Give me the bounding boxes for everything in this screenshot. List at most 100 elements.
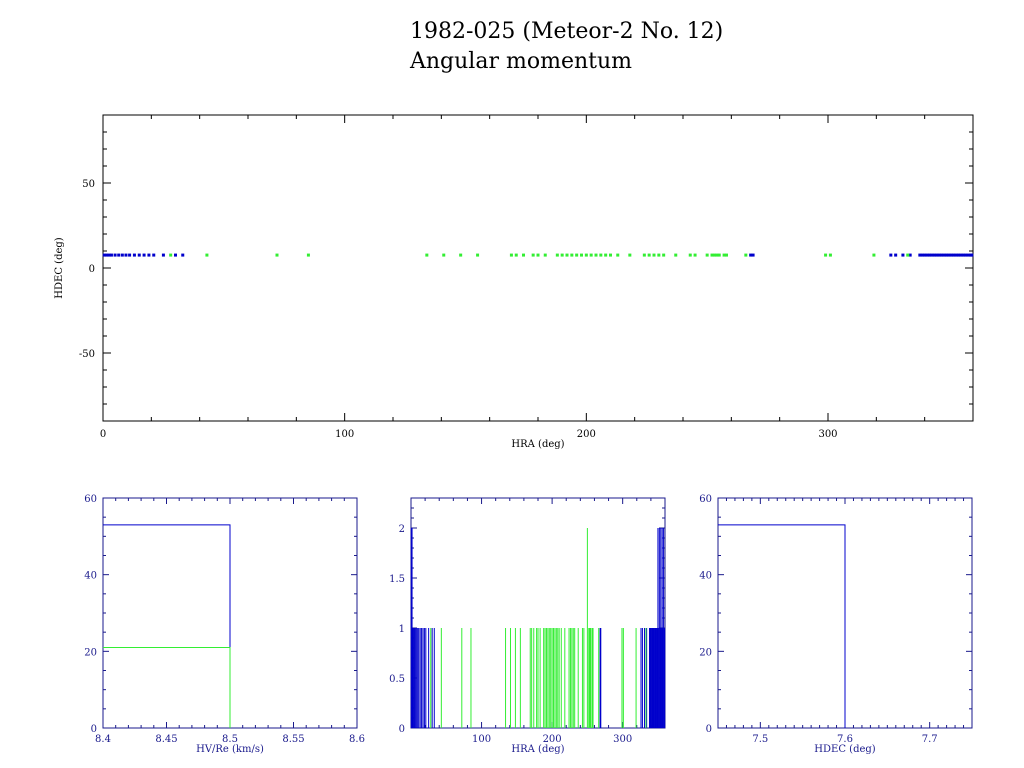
data-point [555,253,559,257]
data-point [647,253,651,257]
histogram-bar [718,524,846,728]
x-tick-label: 8.45 [155,734,177,745]
hv-histogram: 8.4 8.45 8.5 8.55 8.60204060HV/Re (km/s) [84,494,365,755]
data-point [442,253,446,257]
y-tick-label: 60 [699,494,712,505]
data-point [124,253,128,257]
data-point [604,253,608,257]
y-axis-label: HDEC (deg) [54,237,65,298]
data-point [169,253,173,257]
x-tick-label: 100 [472,734,491,745]
data-point [657,253,661,257]
hdec-histogram: 7.5 7.6 7.70204060HDEC (deg) [699,494,973,755]
chart-canvas: 1982-025 (Meteor-2 No. 12) Angular momen… [54,19,974,755]
data-point [113,253,117,257]
data-point [531,253,535,257]
data-point [560,253,564,257]
y-tick-label: 40 [84,571,97,582]
scatter-frame [102,114,974,422]
data-point [117,253,121,257]
histogram-bar [103,647,231,728]
y-tick-label: -50 [79,349,95,360]
data-point [824,253,828,257]
y-tick-label: 60 [84,494,97,505]
y-tick-label: 40 [699,571,712,582]
data-point [662,253,666,257]
data-point [109,253,113,257]
x-tick-label: 200 [577,429,596,440]
data-point [459,253,463,257]
data-point [609,253,612,257]
data-point [205,253,209,257]
data-point [132,253,136,257]
data-point [514,253,518,257]
data-point [570,253,574,257]
x-tick-label: 100 [335,429,354,440]
data-point [589,253,593,257]
data-point [152,253,156,257]
data-point [128,253,132,257]
x-axis-label: HV/Re (km/s) [196,744,264,755]
data-point [137,253,141,257]
y-tick-label: 1.5 [389,574,405,585]
data-point [828,253,832,257]
x-axis-label: HRA (deg) [511,744,564,755]
chart-title: 1982-025 (Meteor-2 No. 12) [410,19,723,44]
x-tick-label: 300 [613,734,632,745]
data-point [306,253,310,257]
data-point [161,253,165,257]
data-point [744,253,748,257]
data-point [688,253,692,257]
data-point [894,253,898,257]
data-point [425,253,429,257]
x-axis-label: HRA (deg) [511,439,564,450]
data-point [725,253,728,257]
x-tick-label: 7.5 [752,734,768,745]
y-tick-label: 0 [399,724,405,735]
data-point [717,253,721,257]
data-point [872,253,876,257]
data-point [693,253,697,257]
x-tick-label: 8.4 [95,734,111,745]
y-tick-label: 0 [89,264,95,275]
data-point [147,253,151,257]
data-point [970,253,974,257]
y-tick-label: 0.5 [389,674,405,685]
data-point [901,253,905,257]
data-point [751,253,755,257]
y-tick-label: 2 [399,524,405,535]
data-point [181,253,185,257]
y-tick-label: 1 [399,624,405,635]
data-point [705,253,709,257]
data-point [476,253,480,257]
data-point [543,253,547,257]
data-point [522,253,525,257]
data-point [120,253,124,257]
data-point [509,253,513,257]
data-point [174,253,177,257]
chart-subtitle: Angular momentum [409,49,632,74]
data-point [594,253,598,257]
data-point [575,253,579,257]
data-point [628,253,632,257]
x-axis-label: HDEC (deg) [814,744,875,755]
data-point [584,253,588,257]
data-point [275,253,279,257]
y-tick-label: 20 [84,647,97,658]
x-tick-label: 8.6 [349,734,365,745]
scatter-plot: 0 100 200 300 -50 0 50 HRA (deg) HDEC (deg) [54,114,974,450]
data-point [565,253,569,257]
y-tick-label: 0 [91,724,97,735]
data-point [599,253,603,257]
data-point [142,253,146,257]
data-point [580,253,583,257]
x-tick-label: 7.7 [922,734,938,745]
y-tick-label: 0 [706,724,712,735]
hra-histogram: 100 200 30000.511.52HRA (deg) [389,497,666,755]
data-point [616,253,620,257]
data-point [906,253,910,257]
data-point [674,253,678,257]
data-point [652,253,656,257]
histogram-bar [103,524,231,728]
data-point [536,253,540,257]
